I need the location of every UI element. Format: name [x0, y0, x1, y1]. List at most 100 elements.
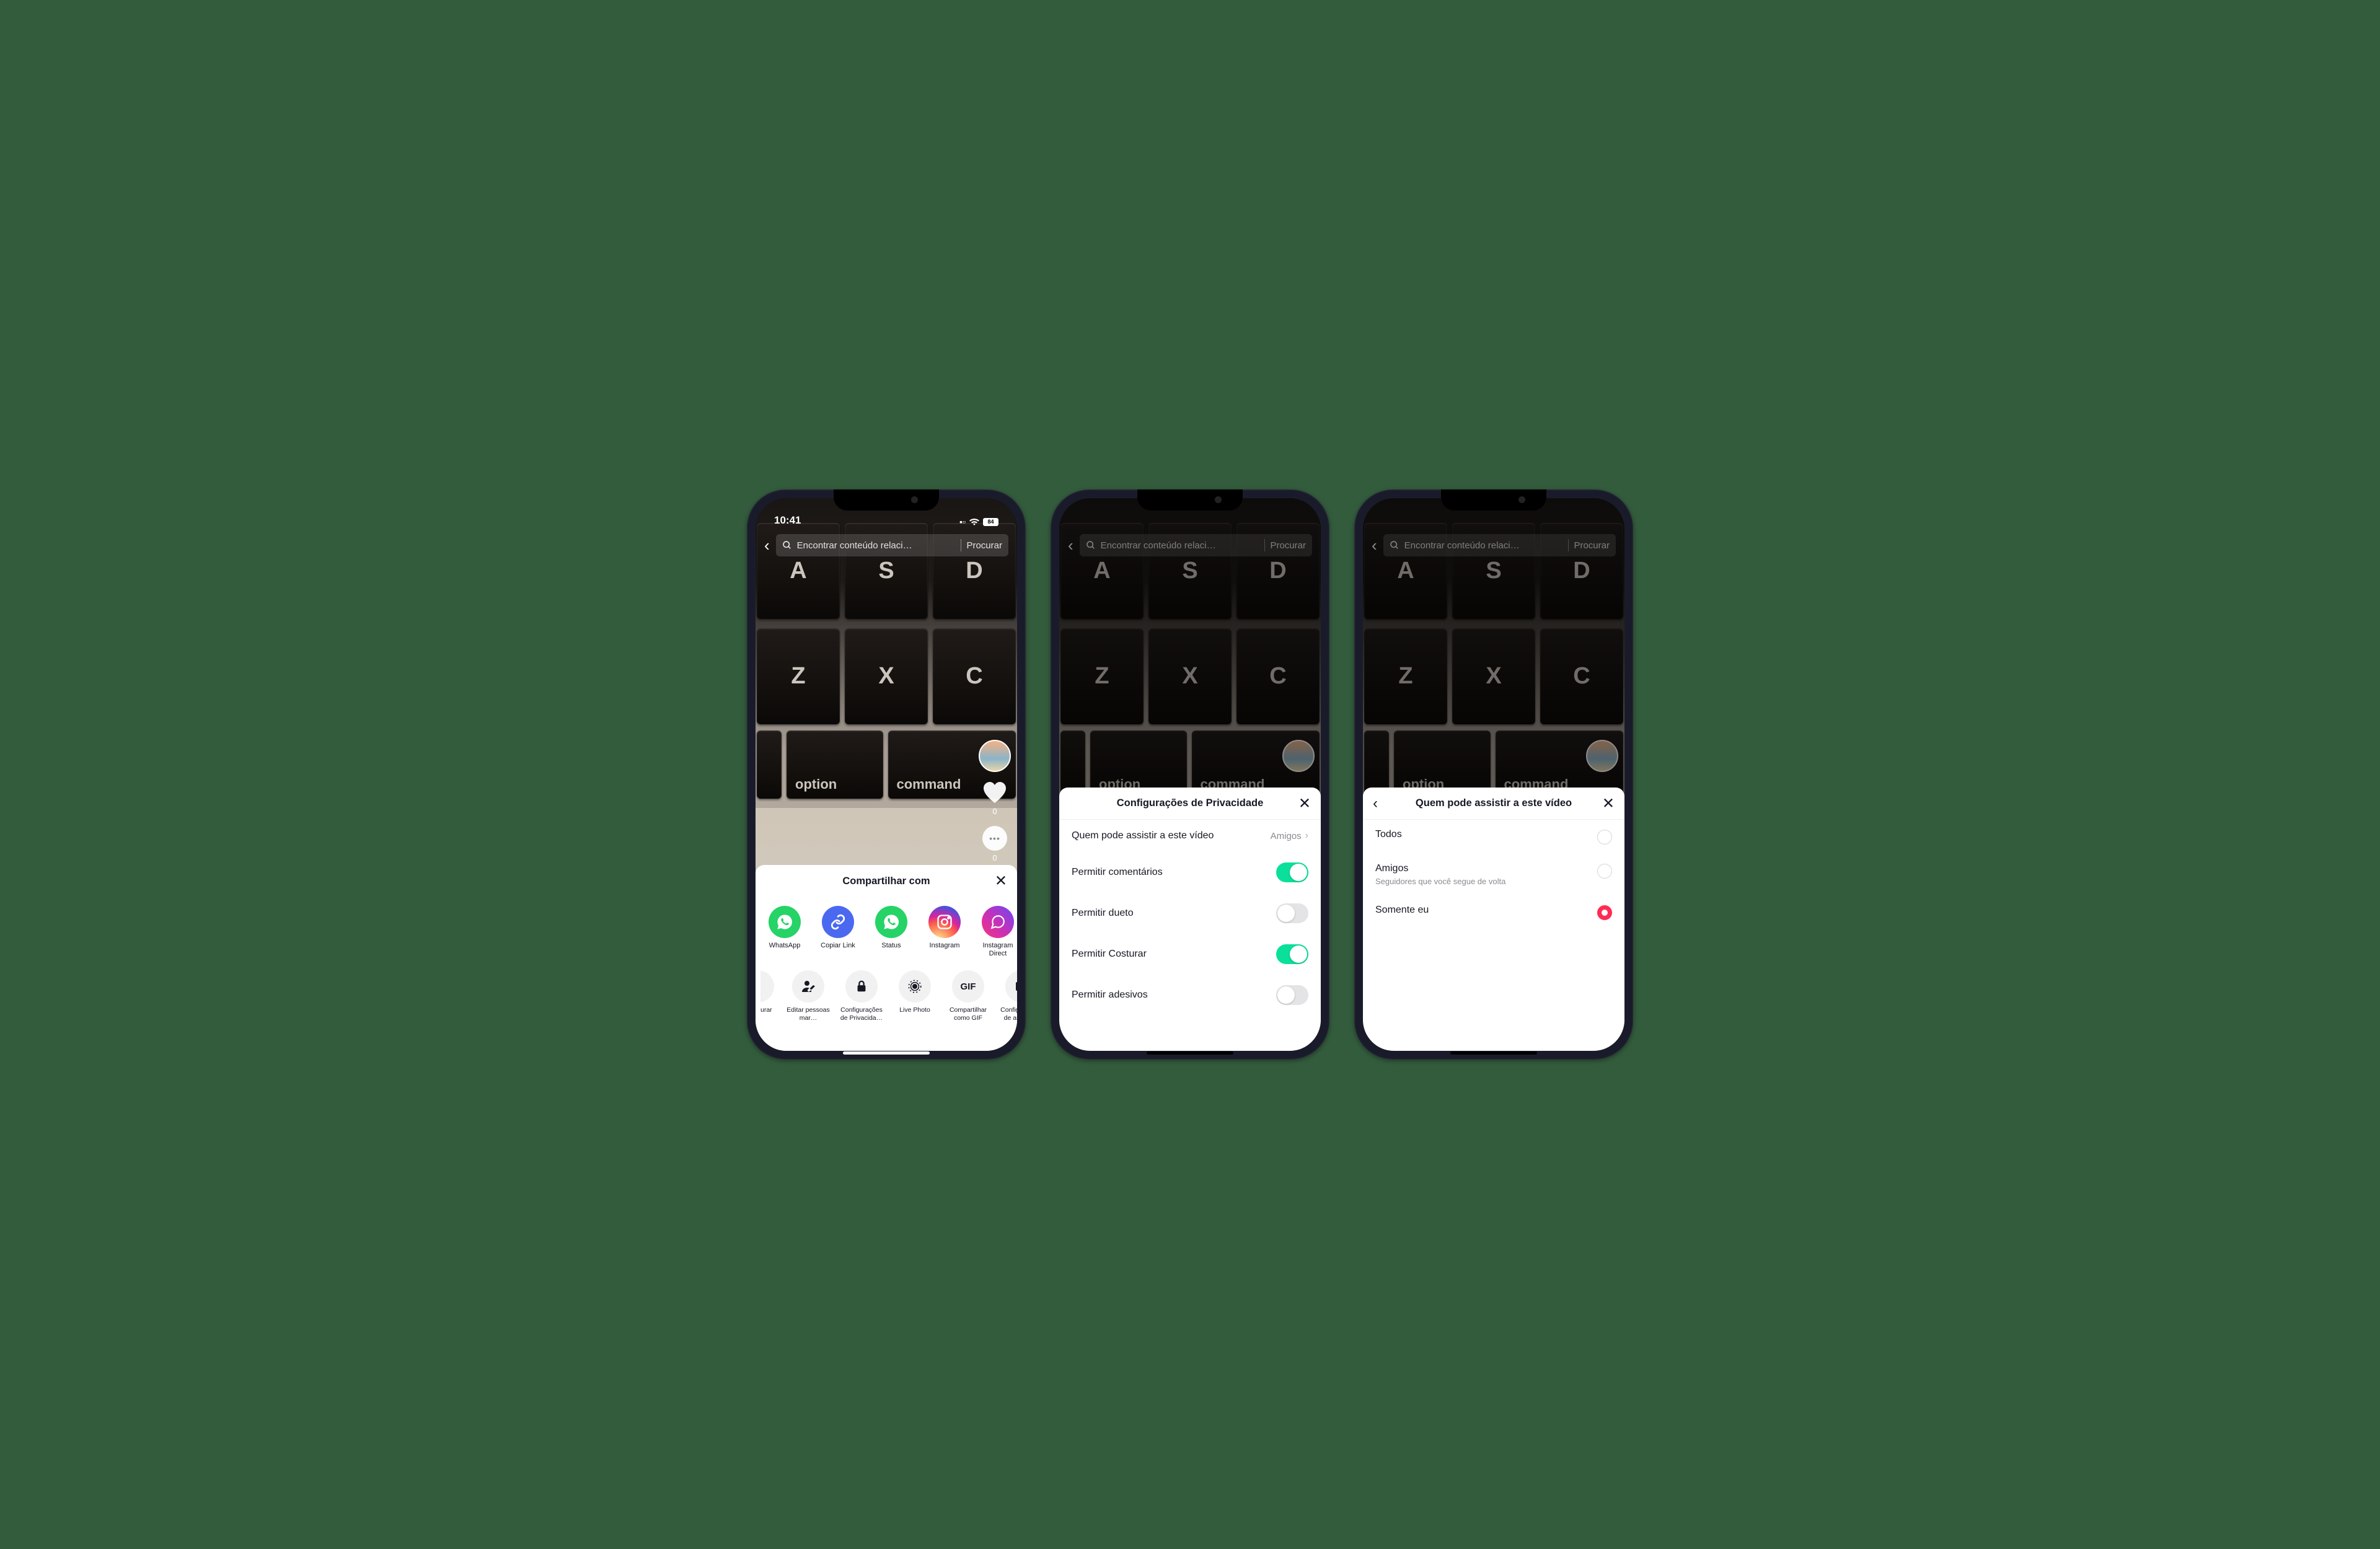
- screen: A S D Z X C option command ‹: [1363, 498, 1624, 1051]
- keyboard-key: X: [1148, 628, 1232, 724]
- close-button[interactable]: ✕: [1602, 794, 1615, 812]
- option-label: Somente eu: [1375, 905, 1429, 916]
- back-button[interactable]: ‹: [1373, 795, 1378, 812]
- link-icon: [822, 906, 854, 938]
- setting-allow-stitch: Permitir Costurar: [1059, 934, 1321, 975]
- comment-button[interactable]: 0: [982, 826, 1007, 862]
- search-placeholder: Encontrar conteúdo relaci…: [1404, 540, 1564, 551]
- search-bar[interactable]: Encontrar conteúdo relaci… Procurar: [1383, 534, 1616, 556]
- instagram-icon: [928, 906, 961, 938]
- radio-button[interactable]: [1597, 864, 1612, 879]
- setting-who-can-watch[interactable]: Quem pode assistir a este vídeo Amigos ›: [1059, 820, 1321, 852]
- screen: A S D Z X C option command ‹: [1059, 498, 1321, 1051]
- phone-mockup-3: A S D Z X C option command ‹: [1354, 489, 1633, 1060]
- search-action[interactable]: Procurar: [966, 540, 1002, 551]
- share-action-cut-left[interactable]: urar: [760, 970, 779, 1022]
- like-button[interactable]: 0: [982, 782, 1007, 816]
- action-icon: [760, 970, 774, 1003]
- phone-mockup-2: A S D Z X C option command ‹: [1051, 489, 1329, 1060]
- audience-sheet-title: Quem pode assistir a este vídeo: [1416, 797, 1572, 809]
- share-targets-row[interactable]: WhatsApp Copiar Link Status: [756, 897, 1017, 962]
- top-navigation: ‹ Encontrar conteúdo relaci… Procurar: [756, 530, 1017, 560]
- back-button[interactable]: ‹: [1068, 536, 1073, 555]
- back-button[interactable]: ‹: [1372, 536, 1377, 555]
- share-target-status[interactable]: Status: [867, 906, 915, 958]
- back-button[interactable]: ‹: [764, 536, 770, 555]
- home-indicator[interactable]: [843, 1051, 930, 1055]
- gif-icon: GIF: [952, 970, 984, 1003]
- setting-allow-stickers: Permitir adesivos: [1059, 975, 1321, 1016]
- setting-label: Quem pode assistir a este vídeo: [1072, 830, 1214, 841]
- close-button[interactable]: ✕: [995, 872, 1007, 890]
- radio-button[interactable]: [1597, 905, 1612, 920]
- keyboard-key: Z: [757, 628, 840, 724]
- search-bar[interactable]: Encontrar conteúdo relaci… Procurar: [1080, 534, 1312, 556]
- keyboard-key: option: [787, 731, 883, 799]
- audience-sheet: ‹ Quem pode assistir a este vídeo ✕ Todo…: [1363, 788, 1624, 1051]
- setting-label: Permitir adesivos: [1072, 990, 1148, 1001]
- top-navigation: ‹ Encontrar conteúdo relaci… Procurar: [1363, 530, 1624, 560]
- share-sheet-header: Compartilhar com ✕: [756, 865, 1017, 897]
- setting-allow-comments: Permitir comentários: [1059, 852, 1321, 893]
- profile-avatar[interactable]: [979, 740, 1011, 772]
- profile-avatar[interactable]: [1586, 740, 1618, 772]
- share-action-share-gif[interactable]: GIF Compartilhar como GIF: [944, 970, 992, 1022]
- battery-icon: 84: [983, 518, 998, 526]
- keyboard-key: Z: [1060, 628, 1144, 724]
- toggle-allow-comments[interactable]: [1276, 862, 1308, 882]
- option-label: Amigos: [1375, 863, 1505, 874]
- search-placeholder: Encontrar conteúdo relaci…: [797, 540, 956, 551]
- share-action-edit-people[interactable]: Editar pessoas mar…: [784, 970, 832, 1022]
- comment-count: 0: [992, 853, 997, 862]
- audience-sheet-header: ‹ Quem pode assistir a este vídeo ✕: [1363, 788, 1624, 820]
- edit-people-icon: [792, 970, 824, 1003]
- share-action-privacy-settings[interactable]: Configurações de Privacida…: [837, 970, 886, 1022]
- search-icon: [1390, 540, 1399, 550]
- keyboard-key: Z: [1364, 628, 1447, 724]
- toggle-allow-stitch[interactable]: [1276, 944, 1308, 964]
- signal-icon: ▪▫: [959, 517, 966, 527]
- search-icon: [1086, 540, 1096, 550]
- keyboard-key: C: [1540, 628, 1623, 724]
- setting-label: Permitir dueto: [1072, 908, 1134, 919]
- audience-option-everyone[interactable]: Todos: [1363, 820, 1624, 854]
- comment-icon: [982, 826, 1007, 851]
- share-actions-row[interactable]: urar Editar pessoas mar… Configurações d…: [756, 962, 1017, 1025]
- home-indicator[interactable]: [1147, 1051, 1233, 1055]
- search-bar[interactable]: Encontrar conteúdo relaci… Procurar: [776, 534, 1008, 556]
- like-count: 0: [992, 807, 997, 816]
- whatsapp-status-icon: [875, 906, 907, 938]
- option-label: Todos: [1375, 829, 1402, 840]
- share-sheet: Compartilhar com ✕ WhatsApp Copiar Link: [756, 865, 1017, 1051]
- search-icon: [782, 540, 792, 550]
- profile-avatar[interactable]: [1282, 740, 1315, 772]
- share-target-instagram-direct[interactable]: Instagram Direct: [974, 906, 1017, 958]
- device-notch: [1441, 489, 1546, 511]
- share-sheet-title: Compartilhar com: [842, 875, 930, 887]
- search-action[interactable]: Procurar: [1270, 540, 1306, 551]
- home-indicator[interactable]: [1450, 1051, 1537, 1055]
- action-rail: 0 0: [979, 740, 1011, 862]
- close-button[interactable]: ✕: [1298, 794, 1311, 812]
- search-placeholder: Encontrar conteúdo relaci…: [1101, 540, 1260, 551]
- share-action-ad-settings[interactable]: Configurações de anúncios: [997, 970, 1017, 1022]
- screen: A S D Z X C option command 10:41: [756, 498, 1017, 1051]
- wifi-icon: [969, 518, 980, 525]
- share-target-instagram[interactable]: Instagram: [920, 906, 969, 958]
- option-subtitle: Seguidores que você segue de volta: [1375, 877, 1505, 886]
- search-action[interactable]: Procurar: [1574, 540, 1610, 551]
- action-rail: [1282, 740, 1315, 772]
- audience-option-only-me[interactable]: Somente eu: [1363, 895, 1624, 929]
- toggle-allow-duet[interactable]: [1276, 903, 1308, 923]
- toggle-allow-stickers[interactable]: [1276, 985, 1308, 1005]
- keyboard-key: X: [845, 628, 928, 724]
- setting-value: Amigos ›: [1271, 830, 1308, 841]
- share-action-live-photo[interactable]: Live Photo: [891, 970, 939, 1022]
- radio-button[interactable]: [1597, 830, 1612, 845]
- live-photo-icon: [899, 970, 931, 1003]
- setting-label: Permitir Costurar: [1072, 949, 1147, 960]
- share-target-copy-link[interactable]: Copiar Link: [814, 906, 862, 958]
- keyboard-key: C: [933, 628, 1016, 724]
- share-target-whatsapp[interactable]: WhatsApp: [760, 906, 809, 958]
- audience-option-friends[interactable]: Amigos Seguidores que você segue de volt…: [1363, 854, 1624, 895]
